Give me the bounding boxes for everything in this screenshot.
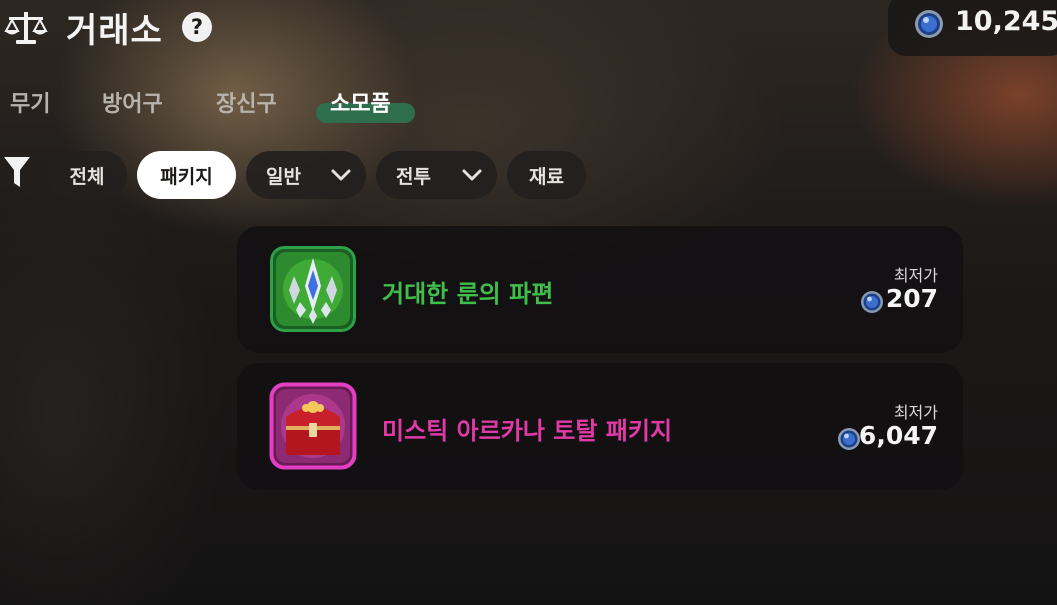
help-icon[interactable]: ? <box>182 12 212 42</box>
filter-dropdown-general[interactable]: 일반 <box>246 151 366 199</box>
currency-value: 10,245 <box>955 6 1057 37</box>
item-name: 미스틱 아르카나 토탈 패키지 <box>382 417 673 445</box>
rune-shard-icon <box>270 246 356 332</box>
tab-accessories[interactable]: 장신구 <box>216 86 277 118</box>
item-name: 거대한 룬의 파편 <box>382 280 554 308</box>
lowest-price-label: 최저가 <box>893 403 938 422</box>
item-price: 207 <box>885 284 938 313</box>
blue-orb-coin-icon <box>915 10 943 38</box>
filter-chip-label: 일반 <box>266 165 301 188</box>
filter-icon[interactable] <box>4 155 30 189</box>
blue-orb-coin-icon <box>861 291 883 313</box>
filter-chip-materials[interactable]: 재료 <box>507 151 586 199</box>
lowest-price-label: 최저가 <box>893 266 938 285</box>
filter-chip-label: 재료 <box>529 165 564 188</box>
tab-weapons[interactable]: 무기 <box>10 86 50 118</box>
item-card[interactable]: 거대한 룬의 파편 최저가 207 <box>237 226 963 353</box>
item-price: 6,047 <box>858 421 938 450</box>
blue-orb-coin-icon <box>838 428 860 450</box>
page-title: 거래소 <box>66 11 163 51</box>
chevron-down-icon <box>331 169 351 181</box>
filter-chip-all[interactable]: 전체 <box>47 151 127 199</box>
tab-consumables[interactable]: 소모품 <box>330 86 391 118</box>
red-treasure-chest-icon <box>269 382 357 470</box>
filter-chip-label: 패키지 <box>160 165 213 188</box>
filter-dropdown-combat[interactable]: 전투 <box>376 151 497 199</box>
item-card[interactable]: 미스틱 아르카나 토탈 패키지 최저가 6,047 <box>237 363 963 490</box>
scales-icon <box>4 12 48 44</box>
filter-chip-label: 전체 <box>69 165 105 188</box>
filter-chip-package[interactable]: 패키지 <box>137 151 236 199</box>
chevron-down-icon <box>462 169 482 181</box>
tab-armor[interactable]: 방어구 <box>102 86 163 118</box>
filter-chip-label: 전투 <box>396 165 431 188</box>
